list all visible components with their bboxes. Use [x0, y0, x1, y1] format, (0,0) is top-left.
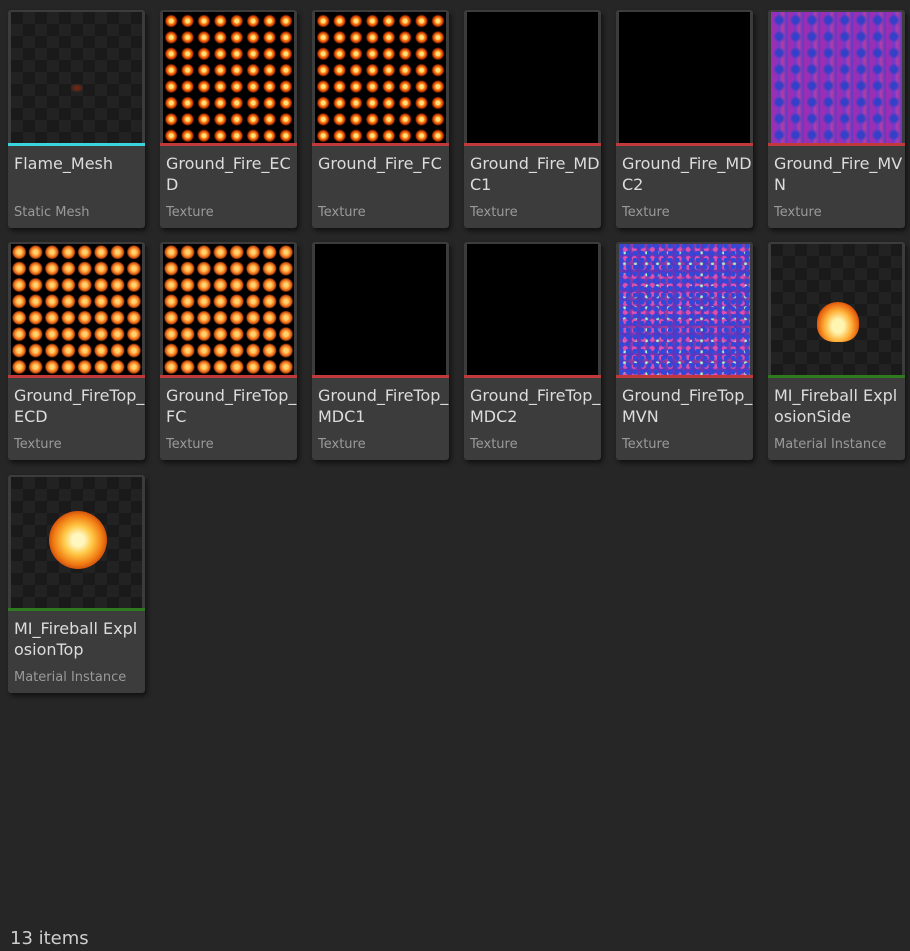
asset-tile-mi-fireball-explosiontop[interactable]: MI_Fireball ExplosionTop Material Instan… — [8, 475, 145, 693]
asset-type-color-bar — [8, 375, 145, 378]
texture-thumbnail — [619, 244, 750, 375]
asset-tile-ground-fire-fc[interactable]: Ground_Fire_FC Texture — [312, 10, 449, 228]
asset-tile-ground-fire-mvn[interactable]: Ground_Fire_MVN Texture — [768, 10, 905, 228]
asset-name: Ground_Fire_MDC2 — [622, 154, 752, 194]
asset-name: Ground_Fire_MVN — [774, 154, 903, 194]
asset-type: Texture — [318, 205, 366, 220]
material-instance-thumbnail — [771, 244, 902, 375]
texture-thumbnail — [315, 12, 446, 143]
asset-tile-ground-firetop-mdc2[interactable]: Ground_FireTop_MDC2 Texture — [464, 242, 601, 460]
asset-type: Texture — [470, 205, 518, 220]
asset-tile-ground-fire-ecd[interactable]: Ground_Fire_ECD Texture — [160, 10, 297, 228]
item-count: 13 items — [10, 928, 89, 949]
asset-type-color-bar — [312, 375, 449, 378]
asset-type-color-bar — [616, 143, 753, 146]
asset-type-color-bar — [768, 375, 905, 378]
asset-tile-ground-fire-mdc2[interactable]: Ground_Fire_MDC2 Texture — [616, 10, 753, 228]
asset-name: Ground_Fire_ECD — [166, 154, 291, 194]
asset-name: Ground_FireTop_MVN — [622, 386, 753, 426]
texture-thumbnail — [315, 244, 446, 375]
content-browser: Flame_Mesh Static Mesh Ground_Fire_ECD T… — [0, 0, 910, 951]
static-mesh-thumbnail — [11, 12, 142, 143]
asset-type: Texture — [166, 205, 214, 220]
asset-type: Texture — [622, 437, 670, 452]
asset-name: Flame_Mesh — [14, 154, 114, 173]
fireball-preview-icon — [817, 302, 859, 342]
texture-thumbnail — [467, 244, 598, 375]
asset-tile-flame-mesh[interactable]: Flame_Mesh Static Mesh — [8, 10, 145, 228]
texture-thumbnail — [467, 12, 598, 143]
texture-thumbnail — [619, 12, 750, 143]
asset-tile-mi-fireball-explosionside[interactable]: MI_Fireball ExplosionSide Material Insta… — [768, 242, 905, 460]
asset-type: Texture — [622, 205, 670, 220]
asset-type: Texture — [166, 437, 214, 452]
asset-type-color-bar — [616, 375, 753, 378]
asset-type-color-bar — [768, 143, 905, 146]
material-instance-thumbnail — [11, 477, 142, 608]
asset-type-color-bar — [160, 143, 297, 146]
asset-type: Texture — [470, 437, 518, 452]
asset-tile-ground-firetop-mdc1[interactable]: Ground_FireTop_MDC1 Texture — [312, 242, 449, 460]
asset-name: Ground_FireTop_MDC2 — [470, 386, 601, 426]
mesh-preview-icon — [71, 84, 83, 92]
asset-type: Texture — [14, 437, 62, 452]
asset-type-color-bar — [8, 143, 145, 146]
asset-type-color-bar — [464, 143, 601, 146]
asset-name: Ground_FireTop_FC — [166, 386, 297, 426]
asset-name: Ground_Fire_FC — [318, 154, 442, 173]
asset-type-color-bar — [464, 375, 601, 378]
asset-type: Material Instance — [774, 437, 887, 452]
asset-tile-ground-firetop-fc[interactable]: Ground_FireTop_FC Texture — [160, 242, 297, 460]
asset-type-color-bar — [312, 143, 449, 146]
texture-thumbnail — [11, 244, 142, 375]
asset-name: MI_Fireball ExplosionTop — [14, 619, 138, 659]
asset-type-color-bar — [160, 375, 297, 378]
texture-thumbnail — [163, 244, 294, 375]
fireball-preview-icon — [49, 511, 107, 569]
asset-name: MI_Fireball ExplosionSide — [774, 386, 898, 426]
asset-type: Texture — [774, 205, 822, 220]
asset-type-color-bar — [8, 608, 145, 611]
asset-type: Static Mesh — [14, 205, 90, 220]
asset-name: Ground_Fire_MDC1 — [470, 154, 600, 194]
asset-tile-ground-firetop-ecd[interactable]: Ground_FireTop_ECD Texture — [8, 242, 145, 460]
texture-thumbnail — [163, 12, 294, 143]
asset-name: Ground_FireTop_MDC1 — [318, 386, 449, 426]
asset-tile-ground-fire-mdc1[interactable]: Ground_Fire_MDC1 Texture — [464, 10, 601, 228]
asset-name: Ground_FireTop_ECD — [14, 386, 145, 426]
asset-type: Material Instance — [14, 670, 127, 685]
texture-thumbnail — [771, 12, 902, 143]
asset-tile-ground-firetop-mvn[interactable]: Ground_FireTop_MVN Texture — [616, 242, 753, 460]
asset-type: Texture — [318, 437, 366, 452]
